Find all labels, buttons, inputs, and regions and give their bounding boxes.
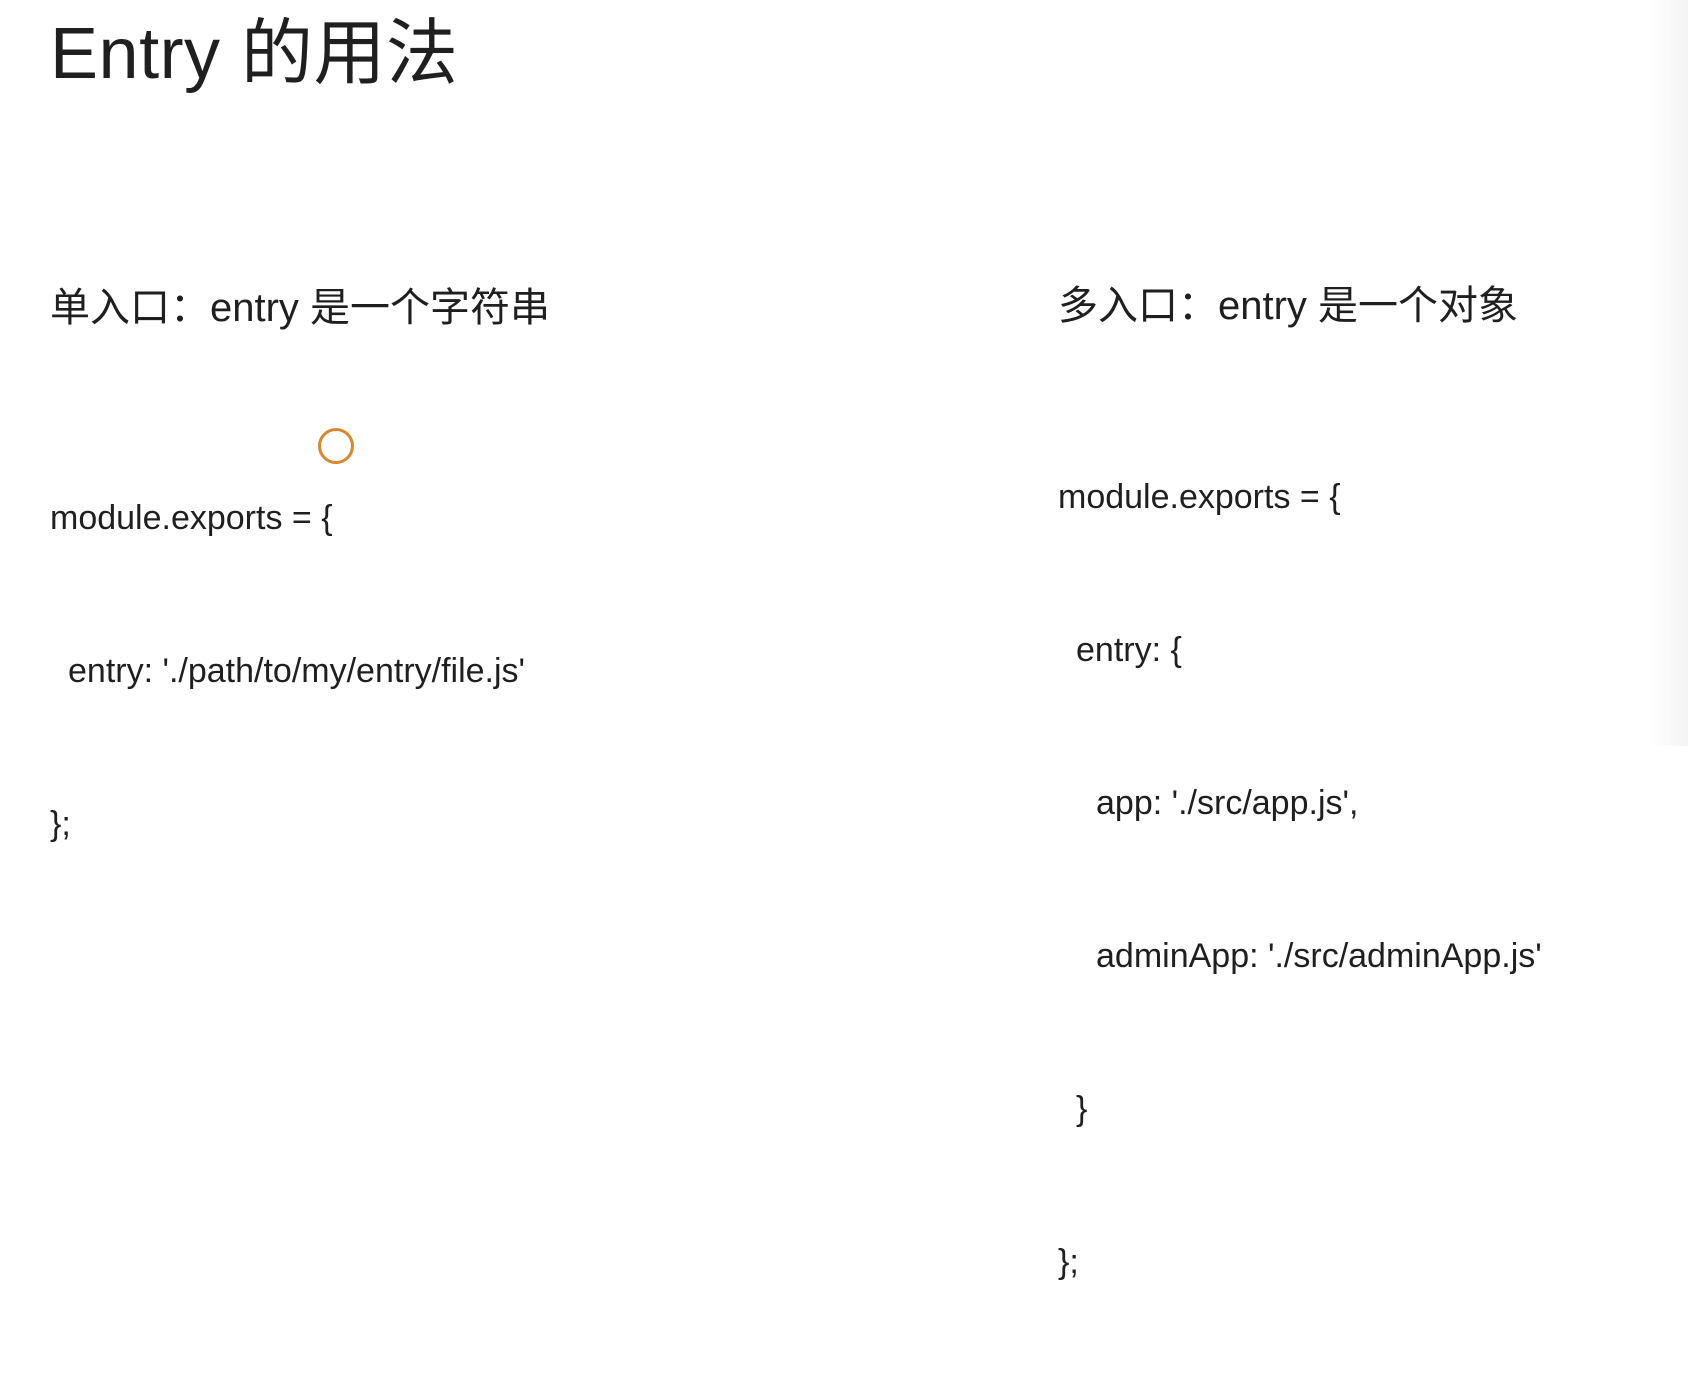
- single-code-line-2: entry: './path/to/my/entry/file.js': [68, 652, 526, 690]
- multiple-code-line-6: };: [1058, 1243, 1079, 1281]
- multiple-code-line-5: }: [1076, 1090, 1088, 1128]
- right-edge-shadow: [1648, 0, 1688, 746]
- presentation-slide: Entry 的用法 单入口：entry 是一个字符串 module.export…: [0, 0, 1688, 1281]
- multiple-code-line-2: entry: {: [1076, 631, 1182, 669]
- slide-title: Entry 的用法: [50, 14, 459, 94]
- multiple-code-line-3: app: './src/app.js',: [1096, 784, 1359, 822]
- single-entry-code-block: module.exports = { entry: './path/to/my/…: [50, 391, 525, 952]
- single-code-line-1: module.exports = {: [50, 499, 333, 537]
- multiple-code-line-4: adminApp: './src/adminApp.js': [1096, 937, 1542, 975]
- single-code-line-3: };: [50, 805, 71, 843]
- multiple-code-line-1: module.exports = {: [1058, 478, 1341, 516]
- circle-cursor-highlight-icon: [318, 428, 354, 464]
- single-entry-heading: 单入口：entry 是一个字符串: [50, 286, 551, 330]
- multiple-entry-heading: 多入口：entry 是一个对象: [1058, 284, 1519, 328]
- multiple-entry-code-block: module.exports = { entry: { app: './src/…: [1058, 370, 1542, 1390]
